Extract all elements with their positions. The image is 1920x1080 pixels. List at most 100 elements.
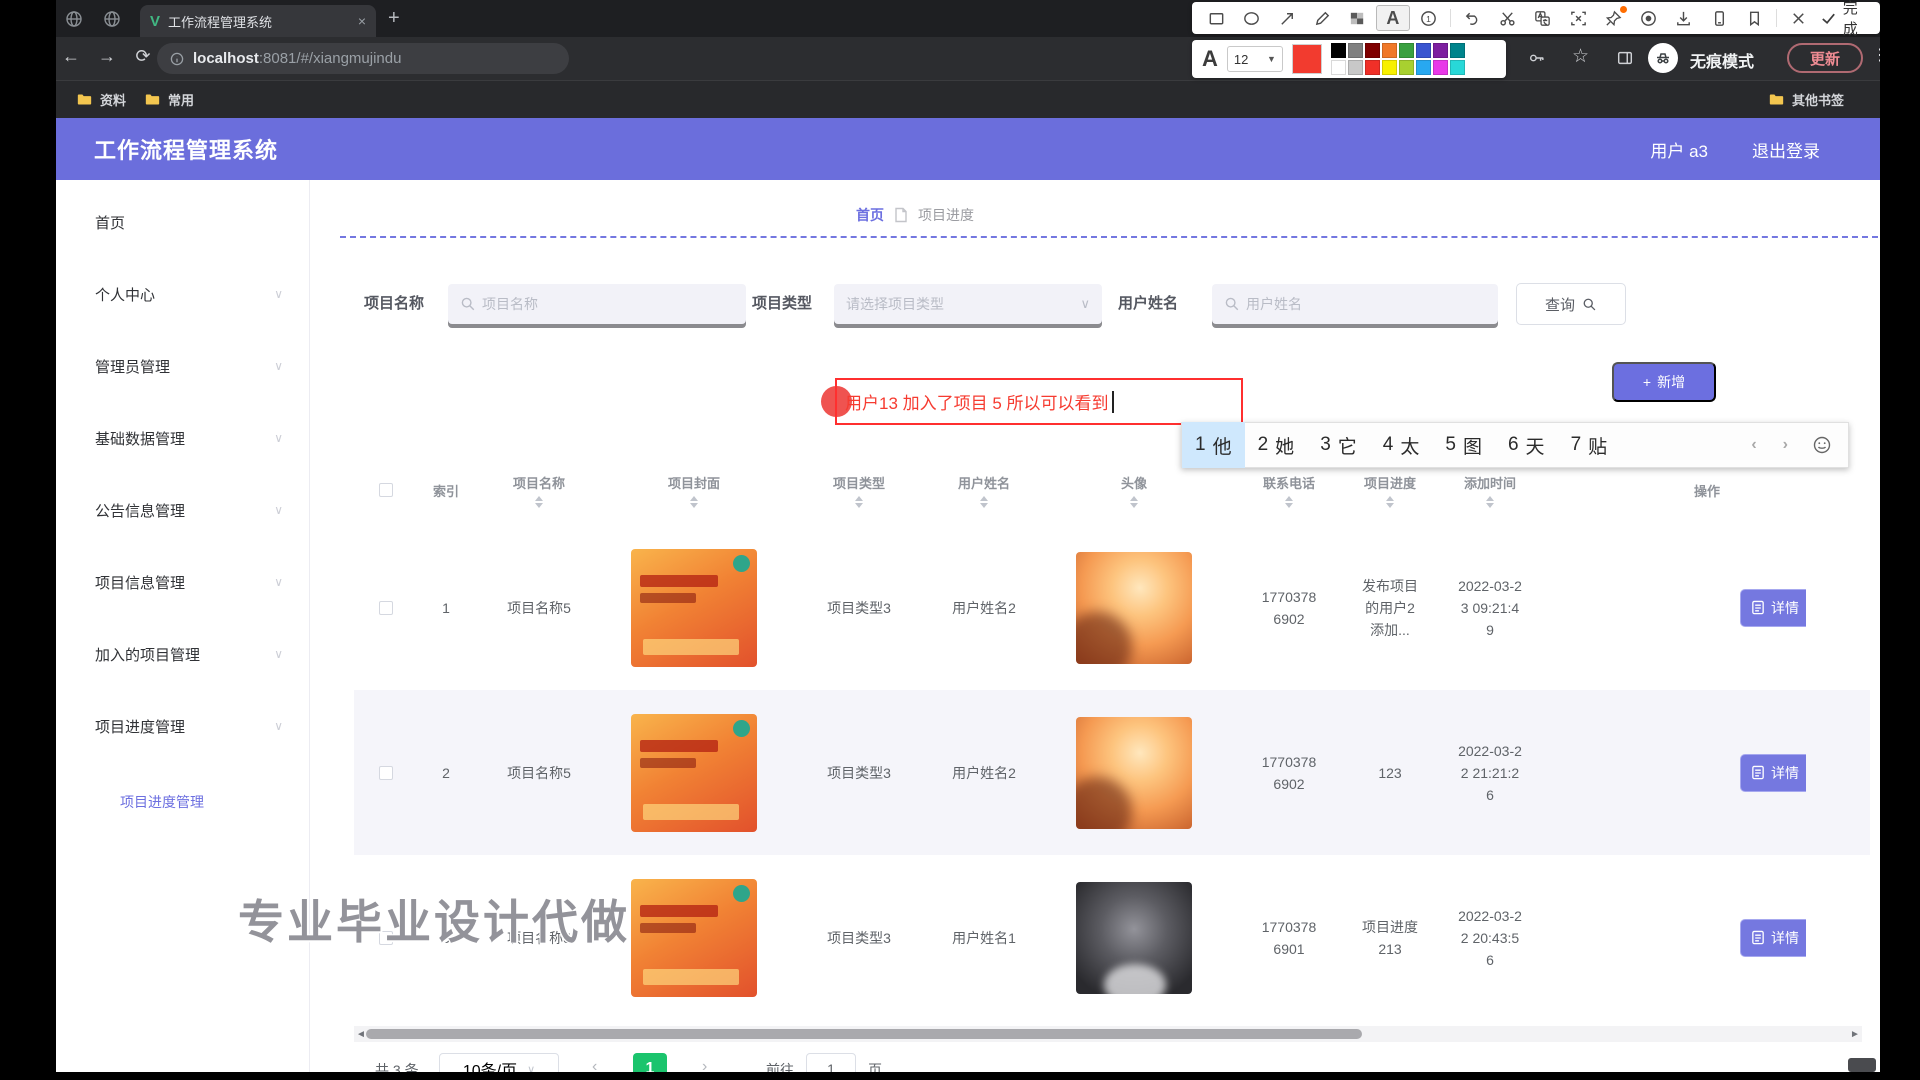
back-icon[interactable]: ←	[58, 46, 84, 67]
color-swatch[interactable]	[1331, 43, 1346, 58]
other-bookmarks-folder[interactable]: 其他书签	[1768, 90, 1844, 109]
undo-icon[interactable]	[1456, 5, 1489, 31]
download-icon[interactable]	[1667, 5, 1700, 31]
ime-next-icon[interactable]: ›	[1783, 436, 1788, 454]
color-swatch[interactable]	[1365, 60, 1380, 75]
sidebar-item-notice[interactable]: 公告信息管理∨	[56, 474, 309, 546]
reload-icon[interactable]: ⟳	[130, 46, 156, 67]
scrollbar-thumb[interactable]	[366, 1029, 1362, 1039]
ime-candidate[interactable]: 7贴	[1558, 422, 1621, 468]
logout-link[interactable]: 退出登录	[1752, 137, 1820, 162]
sidebar-item-admin[interactable]: 管理员管理∨	[56, 330, 309, 402]
sidebar-item-home[interactable]: 首页	[56, 186, 309, 258]
color-swatch[interactable]	[1399, 60, 1414, 75]
new-tab-button[interactable]: +	[388, 5, 400, 31]
emoji-icon[interactable]	[1812, 435, 1832, 455]
font-size-select[interactable]: 12 ▼	[1227, 46, 1283, 72]
sort-icon[interactable]	[1386, 496, 1394, 508]
scissors-icon[interactable]	[1491, 5, 1524, 31]
row-checkbox[interactable]	[379, 601, 393, 615]
sort-icon[interactable]	[1486, 496, 1494, 508]
sidebar-item-progress[interactable]: 项目进度管理∨	[56, 690, 309, 762]
color-swatch[interactable]	[1348, 60, 1363, 75]
translate-icon[interactable]	[1526, 5, 1559, 31]
color-swatch[interactable]	[1348, 43, 1363, 58]
sidebar-item-projectinfo[interactable]: 项目信息管理∨	[56, 546, 309, 618]
annotation-textbox[interactable]: 用户13 加入了项目 5 所以可以看到	[835, 378, 1243, 425]
bookmark-folder[interactable]: 常用	[144, 90, 194, 109]
bookmark-flag-icon[interactable]	[1738, 5, 1771, 31]
sort-icon[interactable]	[535, 496, 543, 508]
user-name-input[interactable]	[1212, 284, 1498, 324]
browser-window-icon[interactable]	[62, 7, 86, 31]
ocr-icon[interactable]	[1562, 5, 1595, 31]
sort-icon[interactable]	[1285, 496, 1293, 508]
detail-button[interactable]: 详情	[1740, 919, 1806, 957]
arrow-tool-icon[interactable]	[1271, 5, 1304, 31]
color-swatch[interactable]	[1433, 60, 1448, 75]
browser-tab[interactable]: V 工作流程管理系统 ×	[140, 5, 376, 37]
side-panel-icon[interactable]	[1616, 49, 1634, 72]
row-checkbox[interactable]	[379, 766, 393, 780]
detail-button[interactable]: 详情	[1740, 754, 1806, 792]
color-swatch[interactable]	[1365, 43, 1380, 58]
scroll-corner	[1848, 1058, 1876, 1072]
close-tab-icon[interactable]: ×	[358, 13, 366, 29]
text-tool-icon[interactable]: A	[1376, 5, 1409, 31]
search-button[interactable]: 查询	[1516, 283, 1626, 325]
update-button[interactable]: 更新	[1787, 43, 1863, 73]
current-color-swatch[interactable]	[1292, 44, 1322, 74]
ime-candidate[interactable]: 3它	[1307, 422, 1370, 468]
project-type-select[interactable]: 请选择项目类型 ∨	[834, 284, 1102, 324]
select-all-checkbox[interactable]	[379, 483, 393, 497]
color-swatch[interactable]	[1450, 60, 1465, 75]
pin-icon[interactable]	[1597, 5, 1630, 31]
pen-tool-icon[interactable]	[1306, 5, 1339, 31]
ime-candidate[interactable]: 6天	[1495, 422, 1558, 468]
add-button[interactable]: + 新增	[1612, 362, 1716, 402]
rectangle-tool-icon[interactable]	[1200, 5, 1233, 31]
browser-window-icon[interactable]	[100, 7, 124, 31]
address-bar[interactable]: localhost:8081/#/xiangmujindu	[157, 43, 569, 74]
forward-icon[interactable]: →	[94, 46, 120, 67]
sort-icon[interactable]	[855, 496, 863, 508]
color-swatch[interactable]	[1382, 43, 1397, 58]
ime-prev-icon[interactable]: ‹	[1751, 436, 1756, 454]
scroll-right-icon[interactable]: ►	[1848, 1029, 1862, 1040]
mosaic-tool-icon[interactable]	[1341, 5, 1374, 31]
sidebar-subitem-progress-active[interactable]: 项目进度管理	[56, 788, 309, 816]
ime-candidate[interactable]: 4太	[1370, 422, 1433, 468]
project-name-input[interactable]	[448, 284, 746, 324]
record-icon[interactable]	[1632, 5, 1665, 31]
color-swatch[interactable]	[1399, 43, 1414, 58]
bookmark-folder[interactable]: 资料	[76, 90, 126, 109]
ime-candidate[interactable]: 1他	[1182, 422, 1245, 468]
sidebar-item-basedata[interactable]: 基础数据管理∨	[56, 402, 309, 474]
bookmark-star-icon[interactable]: ☆	[1572, 45, 1589, 68]
sort-icon[interactable]	[690, 496, 698, 508]
done-label[interactable]: 完成	[1843, 0, 1872, 39]
horizontal-scrollbar[interactable]: ◄ ►	[354, 1026, 1862, 1042]
password-key-icon[interactable]	[1528, 49, 1546, 72]
color-swatch[interactable]	[1416, 43, 1431, 58]
color-swatch[interactable]	[1433, 43, 1448, 58]
color-swatch[interactable]	[1331, 60, 1346, 75]
color-swatch[interactable]	[1450, 43, 1465, 58]
plus-icon: +	[1643, 374, 1651, 390]
confirm-check-icon[interactable]	[1817, 5, 1839, 31]
ime-candidate[interactable]: 5图	[1432, 422, 1495, 468]
ime-candidate[interactable]: 2她	[1245, 422, 1308, 468]
ime-candidate-bar: 1他 2她 3它 4太 5图 6天 7贴 ‹ ›	[1181, 422, 1849, 468]
number-badge-tool-icon[interactable]: 1	[1412, 5, 1445, 31]
breadcrumb-home[interactable]: 首页	[856, 205, 884, 225]
sidebar-item-joinedproject[interactable]: 加入的项目管理∨	[56, 618, 309, 690]
ellipse-tool-icon[interactable]	[1235, 5, 1268, 31]
sort-icon[interactable]	[980, 496, 988, 508]
detail-button[interactable]: 详情	[1740, 589, 1806, 627]
sidebar-item-profile[interactable]: 个人中心∨	[56, 258, 309, 330]
color-swatch[interactable]	[1416, 60, 1431, 75]
phone-cast-icon[interactable]	[1703, 5, 1736, 31]
sort-icon[interactable]	[1130, 496, 1138, 508]
color-swatch[interactable]	[1382, 60, 1397, 75]
cancel-icon[interactable]	[1782, 5, 1815, 31]
